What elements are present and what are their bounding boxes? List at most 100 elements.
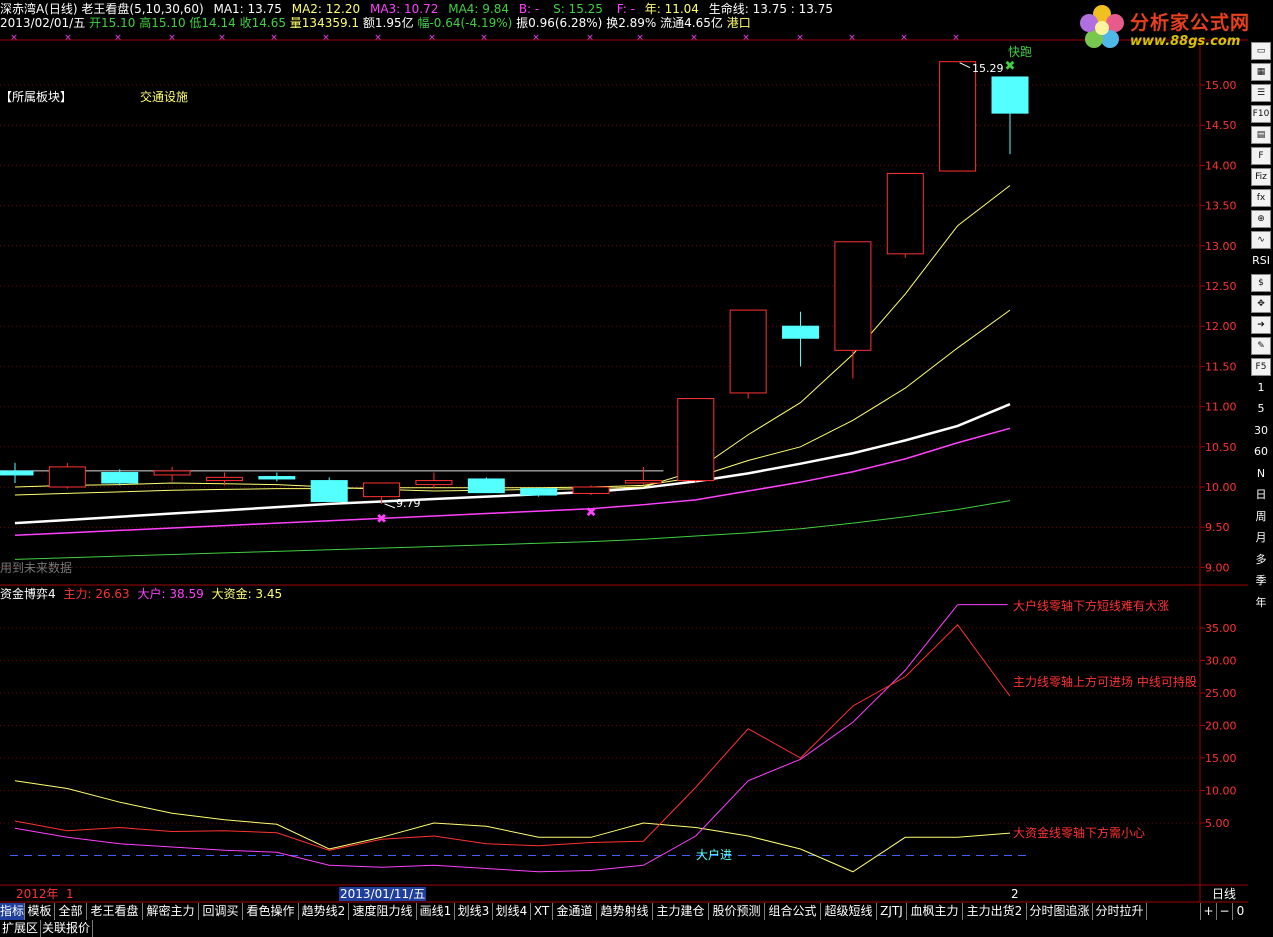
- indicator-name[interactable]: 资金博弈4: [0, 587, 56, 601]
- pen-icon[interactable]: ✎: [1251, 336, 1271, 355]
- period-8-button[interactable]: 多: [1251, 551, 1271, 569]
- price-tick-label: 12.50: [1205, 280, 1237, 293]
- f10-icon[interactable]: F10: [1251, 105, 1271, 123]
- period-label[interactable]: 日线: [1212, 887, 1236, 901]
- candle-body: [520, 488, 558, 496]
- window-icon[interactable]: ▭: [1251, 42, 1271, 60]
- candle-body: [624, 480, 662, 484]
- candle-body: [415, 480, 453, 486]
- sector-label: 【所属板块】: [0, 90, 73, 104]
- zoom-in-button[interactable]: +: [1200, 903, 1216, 920]
- f5-button[interactable]: F5: [1251, 357, 1271, 376]
- candle-body: [153, 470, 191, 476]
- top-marker-icon: ×: [322, 33, 330, 43]
- formula-tab[interactable]: 解密主力: [143, 903, 199, 920]
- related-quote-tab[interactable]: 关联报价: [40, 920, 94, 937]
- formula-tab[interactable]: 老王看盘: [87, 903, 143, 920]
- period-10-button[interactable]: 年: [1251, 594, 1271, 612]
- formula-tab[interactable]: 主力建仓: [653, 903, 709, 920]
- low-price-label: 9.79: [396, 497, 421, 510]
- top-marker-icon: ×: [796, 33, 804, 43]
- candle-body: [677, 398, 715, 482]
- formula-tab[interactable]: 全部: [55, 903, 87, 920]
- expand-area-tab[interactable]: 扩展区: [0, 920, 42, 937]
- move-icon[interactable]: ✥: [1251, 294, 1271, 313]
- formula-tab[interactable]: 画线1: [417, 903, 455, 920]
- period-6-button[interactable]: 周: [1251, 508, 1271, 526]
- candle-body: [467, 478, 505, 494]
- indicator-tick-label: 35.00: [1205, 622, 1237, 635]
- logo-url[interactable]: www.88gs.com: [1130, 34, 1240, 49]
- price-tick-label: 10.00: [1205, 481, 1237, 494]
- dahu-in-label: 大户进: [696, 848, 733, 862]
- kline-chart[interactable]: × × × × × × × × × × × × × × × × × × ×15.0014.5014.0013.501…: [0, 0, 1273, 937]
- zoom-out-button[interactable]: −: [1216, 903, 1232, 920]
- rsi-button[interactable]: RSI: [1251, 252, 1271, 270]
- formula-tab[interactable]: 趋势线2: [299, 903, 349, 920]
- period-9-button[interactable]: 季: [1251, 572, 1271, 590]
- reset-button[interactable]: 0: [1232, 903, 1248, 920]
- candle-body: [205, 476, 243, 482]
- top-marker-icon: ×: [636, 33, 644, 43]
- formula-tab[interactable]: 组合公式: [765, 903, 821, 920]
- period-0-button[interactable]: 1: [1251, 379, 1271, 397]
- dahu-line: [14, 604, 959, 873]
- top-marker-icon: ×: [742, 33, 750, 43]
- formula-tab[interactable]: 股价预测: [709, 903, 765, 920]
- buy-marker-icon: ✖: [586, 506, 597, 521]
- period-3-button[interactable]: 60: [1251, 443, 1271, 461]
- change-value: 幅-0.64(-4.19%): [417, 16, 513, 30]
- list-icon[interactable]: ☰: [1251, 84, 1271, 102]
- formula-tab[interactable]: 看色操作: [243, 903, 299, 920]
- formula-tab[interactable]: 指标: [0, 903, 25, 920]
- period-5-button[interactable]: 日: [1251, 486, 1271, 504]
- formula-tab[interactable]: 回调买: [199, 903, 243, 920]
- formula-tab[interactable]: 分时拉升: [1093, 903, 1147, 920]
- arrow-icon[interactable]: ➔: [1251, 315, 1271, 334]
- zoom-icon[interactable]: ⊕: [1251, 210, 1271, 228]
- grid-icon[interactable]: ▦: [1251, 63, 1271, 81]
- formula-tab[interactable]: 分时图追涨: [1027, 903, 1093, 920]
- formula-tab[interactable]: ZJTJ: [877, 903, 907, 920]
- flower-logo-icon: [1080, 5, 1124, 48]
- logo-title: 分析家公式网: [1130, 12, 1251, 34]
- close-value: 收14.65: [239, 16, 286, 30]
- formula-icon[interactable]: fx: [1251, 189, 1271, 207]
- period-4-button[interactable]: N: [1251, 465, 1271, 483]
- price-tick-label: 11.00: [1205, 401, 1237, 414]
- formula-tab[interactable]: XT: [531, 903, 553, 920]
- top-marker-icon: ×: [374, 33, 382, 43]
- formula-tab[interactable]: 金通道: [553, 903, 597, 920]
- formula-tab-bar: 指标 模板 全部 老王看盘 解密主力 回调买 看色操作 趋势线2 速度阻力线 画线1 划线3 划线4 X…: [0, 903, 1273, 920]
- formula-tab[interactable]: 划线3: [455, 903, 493, 920]
- top-marker-icon: ×: [114, 33, 122, 43]
- indicator-tick-label: 5.00: [1205, 817, 1230, 830]
- formula-tab[interactable]: 速度阻力线: [349, 903, 417, 920]
- note-dazijin: 大资金线零轴下方需小心: [1013, 826, 1146, 840]
- nian-value: 年: 11.04: [644, 2, 699, 16]
- wave-icon[interactable]: ∿: [1251, 231, 1271, 249]
- price-tick-label: 10.50: [1205, 441, 1237, 454]
- formula-tab[interactable]: 超级短线: [821, 903, 877, 920]
- period-7-button[interactable]: 月: [1251, 529, 1271, 547]
- period-1-button[interactable]: 5: [1251, 400, 1271, 418]
- float-value: 流通4.65亿: [660, 16, 723, 30]
- future-data-note: 用到未来数据: [0, 561, 73, 575]
- formula-tab[interactable]: 主力出货2: [963, 903, 1027, 920]
- formula-tab[interactable]: 血枫主力: [907, 903, 963, 920]
- formula-tab[interactable]: 趋势射线: [597, 903, 653, 920]
- fiz-icon[interactable]: Fiz: [1251, 168, 1271, 186]
- candle-body: [991, 76, 1029, 114]
- formula-tab[interactable]: 模板: [25, 903, 55, 920]
- right-toolbar: ▭ ▦ ☰ F10 ▤ F Fiz fx ⊕ ∿ RSI $ ✥ ➔ ✎ F5 1 5 30 60 N 日周月多季年: [1249, 42, 1273, 702]
- f-icon[interactable]: F: [1251, 147, 1271, 165]
- stock-title: 深赤湾A(日线) 老王看盘(5,10,30,60): [0, 2, 204, 16]
- formula-tab[interactable]: 划线4: [493, 903, 531, 920]
- ma1-value: MA1: 13.75: [213, 2, 282, 16]
- money-icon[interactable]: $: [1251, 273, 1271, 292]
- ma4-line: [14, 427, 1011, 536]
- period-2-button[interactable]: 30: [1251, 422, 1271, 440]
- table-icon[interactable]: ▤: [1251, 126, 1271, 144]
- volume-value: 量134359.1: [289, 16, 360, 30]
- top-marker-icon: ×: [10, 33, 18, 43]
